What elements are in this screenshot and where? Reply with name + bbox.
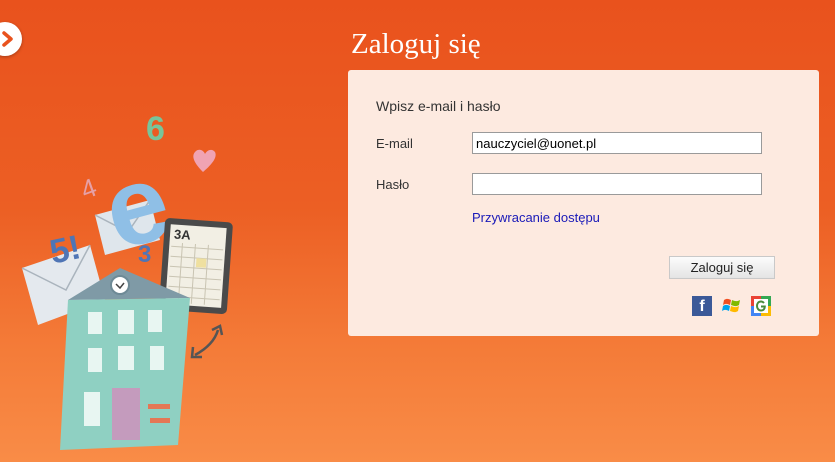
chevron-right-icon — [2, 31, 13, 47]
school-illustration: e 6 4 5! 3 3A — [21, 110, 233, 450]
school-building — [60, 268, 190, 450]
email-field[interactable] — [472, 132, 762, 154]
login-button[interactable]: Zaloguj się — [669, 256, 775, 279]
email-label: E-mail — [376, 136, 413, 151]
facebook-icon[interactable]: f — [692, 296, 712, 316]
refresh-arrows-icon — [194, 329, 220, 357]
number-6: 6 — [146, 110, 165, 148]
calendar-class-label: 3A — [174, 226, 192, 242]
login-subtitle: Wpisz e-mail i hasło — [376, 98, 501, 114]
page-title: Zaloguj się — [351, 28, 481, 60]
password-label: Hasło — [376, 177, 410, 192]
recover-access-link[interactable]: Przywracanie dostępu — [472, 210, 600, 225]
back-button[interactable] — [0, 22, 22, 56]
google-plus-icon[interactable] — [751, 296, 771, 316]
login-panel: Wpisz e-mail i hasło E-mail Hasło Przywr… — [348, 70, 819, 336]
heart-icon — [193, 149, 216, 172]
password-field[interactable] — [472, 173, 762, 195]
number-3: 3 — [138, 241, 151, 268]
windows-live-icon[interactable] — [722, 296, 742, 316]
number-5: 5! — [46, 228, 83, 271]
